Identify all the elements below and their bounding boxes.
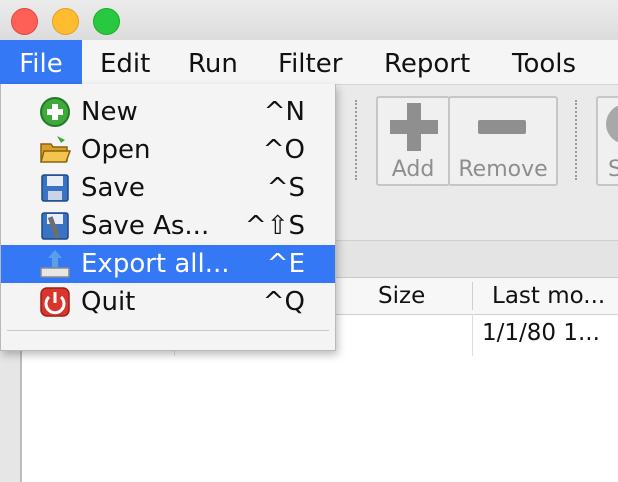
menu-item-open[interactable]: Open ^O (1, 131, 335, 169)
new-icon (40, 97, 70, 127)
column-header-last-modified[interactable]: Last mo... (492, 278, 605, 314)
menu-item-new[interactable]: New ^N (1, 93, 335, 131)
maximize-window-button[interactable] (93, 8, 120, 35)
menu-item-shortcut: ^E (266, 249, 305, 279)
close-window-button[interactable] (11, 8, 38, 35)
menu-item-label: New (81, 97, 138, 127)
toolbar-partial-icon (606, 104, 618, 144)
menu-run[interactable]: Run (188, 40, 238, 84)
menu-edit[interactable]: Edit (100, 40, 150, 84)
menu-report[interactable]: Report (384, 40, 470, 84)
menu-item-label: Open (81, 135, 151, 165)
toolbar-button-partial[interactable]: S (596, 96, 618, 186)
save-as-icon (41, 212, 69, 240)
toolbar-separator (355, 100, 360, 180)
window-titlebar (0, 0, 618, 40)
remove-icon (478, 120, 526, 134)
minimize-window-button[interactable] (52, 8, 79, 35)
toolbar-separator (575, 100, 580, 180)
remove-button-label: Remove (458, 157, 548, 182)
quit-icon (40, 287, 70, 317)
column-header-size[interactable]: Size (378, 278, 425, 314)
menu-item-shortcut: ^N (263, 97, 305, 127)
menu-item-shortcut: ^O (262, 135, 305, 165)
menu-item-label: Save As... (81, 211, 210, 241)
menu-item-shortcut: ^Q (262, 287, 305, 317)
menu-file[interactable]: File (0, 40, 82, 84)
menu-item-save-as[interactable]: Save As... ^⇧S (1, 207, 335, 245)
menu-item-shortcut: ^⇧S (244, 211, 305, 241)
add-button[interactable]: Add (376, 96, 450, 186)
menu-item-export-all[interactable]: Export all... ^E (1, 245, 335, 283)
menu-filter[interactable]: Filter (278, 40, 342, 84)
table-cell-last-modified[interactable]: 1/1/80 1... (482, 320, 600, 346)
remove-button[interactable]: Remove (448, 96, 558, 186)
toolbar-partial-label: S (608, 157, 618, 182)
menu-item-shortcut: ^S (266, 173, 305, 203)
save-icon (41, 174, 69, 202)
export-icon (40, 250, 70, 278)
menu-tools[interactable]: Tools (512, 40, 576, 84)
column-divider (472, 314, 473, 356)
menu-bar: File Edit Run Filter Report Tools (0, 40, 618, 85)
menu-separator (7, 330, 329, 331)
file-menu-dropdown: New ^N Open ^O Save ^S Save As... ^⇧S Ex… (0, 84, 336, 351)
column-divider (472, 282, 473, 310)
menu-item-save[interactable]: Save ^S (1, 169, 335, 207)
menu-item-label: Export all... (81, 249, 230, 279)
open-folder-icon (40, 136, 71, 163)
menu-item-label: Quit (81, 287, 136, 317)
menu-item-label: Save (81, 173, 145, 203)
menu-item-quit[interactable]: Quit ^Q (1, 283, 335, 321)
add-button-label: Add (391, 157, 435, 182)
